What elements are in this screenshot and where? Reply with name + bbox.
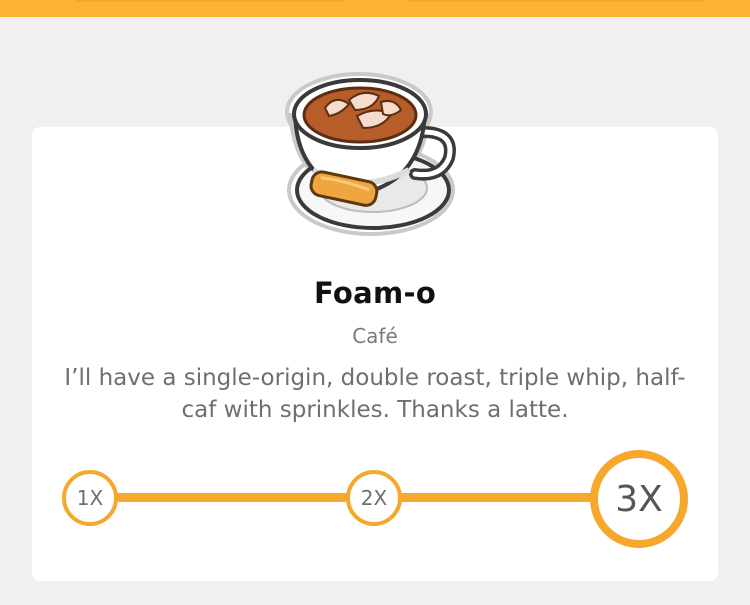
coffee-cup-icon	[285, 72, 456, 236]
level-3x-button[interactable]: 3X	[590, 450, 688, 548]
level-2x-label: 2X	[360, 486, 388, 510]
level-2x-button[interactable]: 2X	[346, 470, 402, 526]
top-tab-left[interactable]	[70, 0, 350, 2]
level-3x-label: 3X	[615, 478, 663, 520]
badge-description: I’ll have a single-origin, double roast,…	[64, 365, 686, 423]
level-1x-label: 1X	[76, 486, 104, 510]
badge-title: Foam-o	[313, 276, 437, 310]
badge-category: Café	[352, 324, 398, 348]
top-tab-right[interactable]	[400, 0, 710, 2]
top-bar	[0, 0, 750, 17]
level-1x-button[interactable]: 1X	[62, 470, 118, 526]
